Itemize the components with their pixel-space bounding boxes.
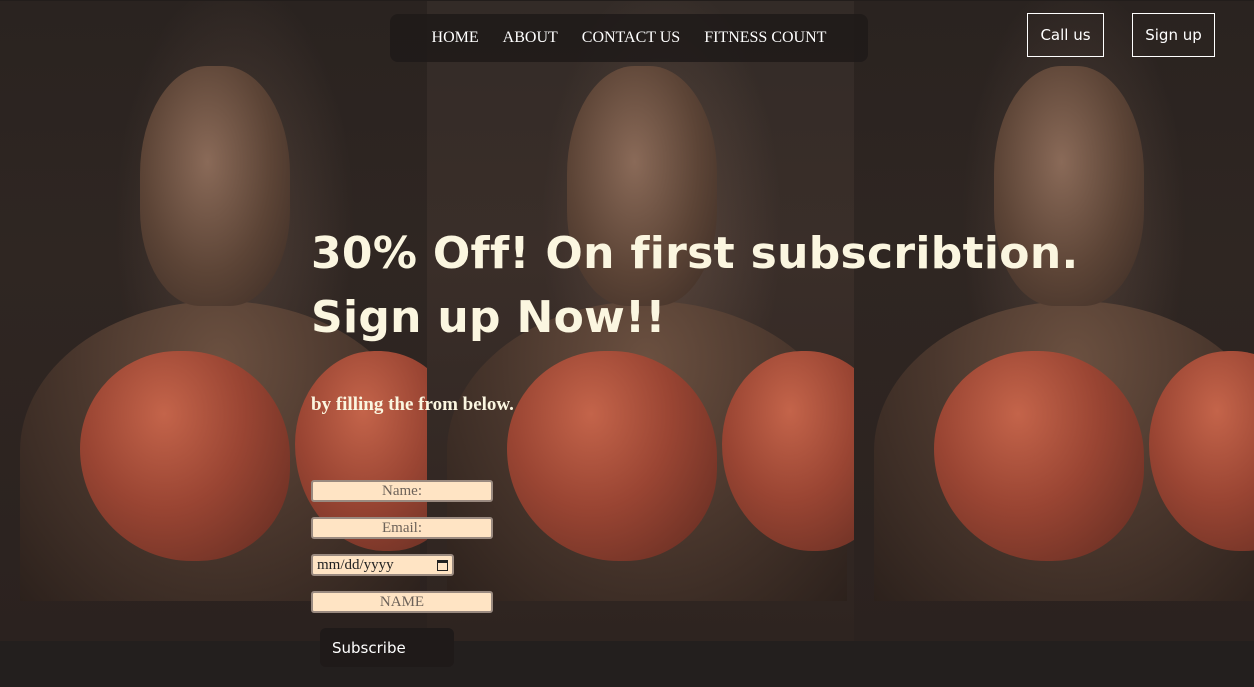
main-nav: HOME ABOUT CONTACT US FITNESS COUNT [390, 14, 868, 62]
hero-title-line2: Sign up Now!! [311, 292, 666, 343]
boxer-head [140, 66, 290, 306]
background-bottom-strip [0, 641, 1254, 687]
nav-home[interactable]: HOME [432, 29, 479, 47]
subscribe-button[interactable]: Subscribe [320, 628, 454, 667]
nav-fitness-count[interactable]: FITNESS COUNT [704, 29, 826, 47]
email-input[interactable] [311, 517, 493, 539]
calendar-icon[interactable] [437, 559, 448, 571]
hero-subtitle: by filling the from below. [311, 394, 514, 415]
nav-contact-us[interactable]: CONTACT US [582, 29, 680, 47]
date-input-value: mm/dd/yyyy [317, 556, 394, 573]
sign-up-button[interactable]: Sign up [1132, 13, 1215, 57]
date-input[interactable]: mm/dd/yyyy [311, 554, 454, 576]
hero-title: 30% Off! On first subscribtion. Sign up … [311, 222, 1078, 350]
nav-about[interactable]: ABOUT [503, 29, 558, 47]
name-caps-input[interactable] [311, 591, 493, 613]
name-input[interactable] [311, 480, 493, 502]
call-us-button[interactable]: Call us [1027, 13, 1104, 57]
hero-title-line1: 30% Off! On first subscribtion. [311, 228, 1079, 279]
